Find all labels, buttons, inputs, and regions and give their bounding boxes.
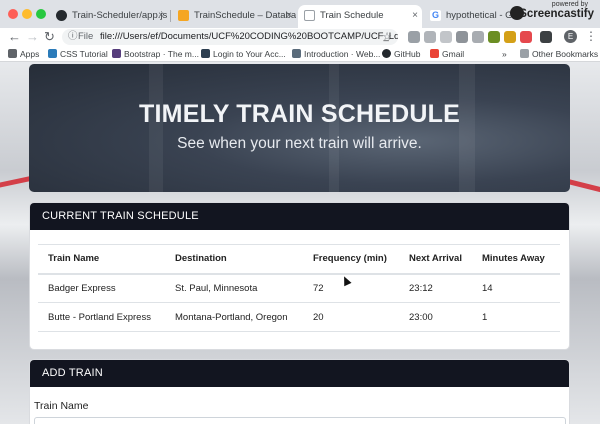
- screencastify-name: Screencastify: [519, 8, 594, 20]
- menu-dots-icon[interactable]: ⋮: [585, 29, 597, 43]
- bookmark-label: CSS Tutorial: [60, 49, 108, 59]
- screencastify-watermark: powered by Screencastify: [510, 1, 596, 25]
- jumbotron: TIMELY TRAIN SCHEDULE See when your next…: [29, 64, 570, 192]
- extension-icon[interactable]: [440, 31, 452, 43]
- tab-google[interactable]: G hypothetical - Google: [424, 5, 516, 28]
- bootstrap-icon: [112, 49, 121, 58]
- github-icon: [56, 10, 67, 21]
- tab-divider: [170, 10, 171, 22]
- bookmark-label: GitHub: [394, 49, 421, 59]
- tab-strip: Train-Scheduler/app.js at m × TrainSched…: [0, 0, 600, 28]
- bookmark-label: Introduction · Web...: [304, 49, 381, 59]
- bookmark-label: Gmail: [442, 49, 465, 59]
- close-tab-icon[interactable]: ×: [158, 5, 164, 26]
- tab-title: hypothetical - Google: [446, 10, 516, 21]
- bookmarks-bar: Apps CSS Tutorial Bootstrap · The m... L…: [0, 46, 600, 62]
- table-row: Badger Express St. Paul, Minnesota 72 23…: [38, 273, 560, 303]
- cell-destination: Montana-Portland, Oregon: [165, 302, 303, 332]
- maximize-window-button[interactable]: [36, 9, 46, 19]
- cell-destination: St. Paul, Minnesota: [165, 273, 303, 303]
- url-text[interactable]: file:///Users/ef/Documents/UCF%20CODING%…: [100, 31, 398, 42]
- info-icon[interactable]: ⓘ: [68, 29, 78, 45]
- tab-firebase[interactable]: TrainSchedule – Database ×: [172, 5, 296, 28]
- browser-toolbar: ← → ↻ ⓘ File file:///Users/ef/Documents/…: [0, 28, 600, 46]
- doc-icon: [292, 49, 301, 58]
- bookmark-other[interactable]: Other Bookmarks: [520, 48, 598, 60]
- add-train-card-header: ADD TRAIN: [30, 360, 569, 387]
- cell-train-name: Butte - Portland Express: [38, 302, 165, 332]
- cell-next-arrival: 23:00: [399, 302, 472, 332]
- table-header-row: Train Name Destination Frequency (min) N…: [38, 244, 560, 275]
- column-header-train-name: Train Name: [38, 244, 165, 275]
- extension-icon[interactable]: [540, 31, 552, 43]
- page-icon: [304, 10, 315, 21]
- close-window-button[interactable]: [8, 9, 18, 19]
- column-header-frequency: Frequency (min): [303, 244, 399, 275]
- schedule-card-header: CURRENT TRAIN SCHEDULE: [30, 203, 569, 230]
- bookmark-github[interactable]: GitHub: [382, 48, 420, 60]
- bookmark-label: Other Bookmarks: [532, 49, 599, 59]
- page-viewport: TIMELY TRAIN SCHEDULE See when your next…: [0, 62, 600, 424]
- bookmark-bootstrap[interactable]: Bootstrap · The m...: [112, 48, 199, 60]
- bookmark-css-tutorial[interactable]: CSS Tutorial: [48, 48, 108, 60]
- firebase-icon: [178, 10, 189, 21]
- page-title: TIMELY TRAIN SCHEDULE: [139, 100, 460, 128]
- schedule-table: Train Name Destination Frequency (min) N…: [38, 244, 560, 332]
- train-name-label: Train Name: [34, 400, 89, 412]
- bookmark-apps[interactable]: Apps: [8, 48, 39, 60]
- folder-icon: [520, 49, 529, 58]
- cell-next-arrival: 23:12: [399, 273, 472, 303]
- cell-frequency: 20: [303, 302, 399, 332]
- forward-arrow-icon[interactable]: →: [26, 29, 39, 45]
- bookmark-introduction[interactable]: Introduction · Web...: [292, 48, 380, 60]
- tab-title: TrainSchedule – Database: [194, 10, 296, 21]
- bookmark-label: Bootstrap · The m...: [124, 49, 199, 59]
- tab-github[interactable]: Train-Scheduler/app.js at m ×: [50, 5, 168, 28]
- extension-icon[interactable]: [408, 31, 420, 43]
- close-tab-icon[interactable]: ×: [286, 5, 292, 26]
- tab-train-schedule[interactable]: Train Schedule ×: [298, 5, 422, 28]
- github-icon: [382, 49, 391, 58]
- css-icon: [48, 49, 57, 58]
- add-train-card: ADD TRAIN Train Name: [29, 359, 570, 424]
- table-row: Butte - Portland Express Montana-Portlan…: [38, 302, 560, 332]
- profile-avatar[interactable]: E: [564, 30, 577, 43]
- shield-icon: [201, 49, 210, 58]
- schedule-card: CURRENT TRAIN SCHEDULE Train Name Destin…: [29, 202, 570, 350]
- bookmark-gmail[interactable]: Gmail: [430, 48, 464, 60]
- train-name-input[interactable]: [34, 417, 566, 424]
- cell-minutes-away: 1: [472, 302, 560, 332]
- bookmark-login[interactable]: Login to Your Acc...: [201, 48, 286, 60]
- extension-icon[interactable]: [488, 31, 500, 43]
- back-arrow-icon[interactable]: ←: [8, 29, 21, 45]
- cell-minutes-away: 14: [472, 273, 560, 303]
- bookmark-label: Apps: [20, 49, 40, 59]
- extension-icon[interactable]: [520, 31, 532, 43]
- extension-icon[interactable]: [472, 31, 484, 43]
- google-icon: G: [430, 10, 441, 21]
- cell-frequency: 72: [303, 273, 399, 303]
- apps-grid-icon: [8, 49, 17, 58]
- column-header-next-arrival: Next Arrival: [399, 244, 472, 275]
- cell-train-name: Badger Express: [38, 273, 165, 303]
- bookmark-label: Login to Your Acc...: [213, 49, 286, 59]
- extension-icon[interactable]: [504, 31, 516, 43]
- column-header-minutes-away: Minutes Away: [472, 244, 560, 275]
- page-subtitle: See when your next train will arrive.: [177, 135, 422, 152]
- close-tab-icon[interactable]: ×: [412, 5, 418, 26]
- minimize-window-button[interactable]: [22, 9, 32, 19]
- bookmarks-overflow-button[interactable]: »: [502, 48, 507, 60]
- extension-icon[interactable]: [456, 31, 468, 43]
- reload-icon[interactable]: ↻: [44, 29, 55, 45]
- column-header-destination: Destination: [165, 244, 303, 275]
- tab-title: Train Schedule: [320, 10, 384, 21]
- bookmark-star-icon[interactable]: ☆: [382, 29, 392, 45]
- gmail-icon: [430, 49, 439, 58]
- extension-icon[interactable]: [424, 31, 436, 43]
- address-bar[interactable]: ⓘ File file:///Users/ef/Documents/UCF%20…: [62, 29, 398, 45]
- screencastify-powered-by: powered by: [551, 1, 588, 8]
- tab-title: Train-Scheduler/app.js at m: [72, 10, 168, 21]
- url-scheme-label: File: [78, 31, 94, 42]
